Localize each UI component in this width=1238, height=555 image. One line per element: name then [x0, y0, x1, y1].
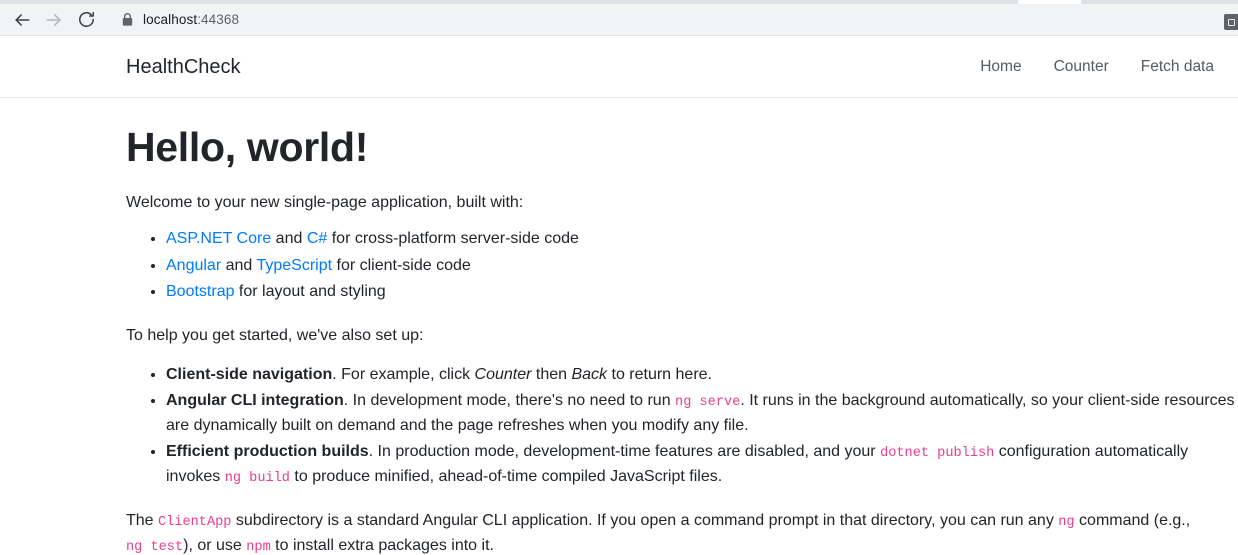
text-run: subdirectory is a standard Angular CLI a… — [231, 512, 1059, 530]
doc-link[interactable]: Angular — [166, 257, 221, 274]
bold-term: Efficient production builds — [166, 442, 369, 460]
built-with-list: ASP.NET Core and C# for cross-platform s… — [126, 227, 1236, 304]
closing-paragraph: The ClientApp subdirectory is a standard… — [126, 509, 1236, 555]
doc-link[interactable]: TypeScript — [256, 257, 332, 274]
inline-code: ng test — [126, 539, 184, 555]
main-content: Hello, world! Welcome to your new single… — [0, 124, 1238, 555]
navbar-links: Home Counter Fetch data — [964, 50, 1238, 84]
text-run: The — [126, 512, 159, 530]
setup-intro-paragraph: To help you get started, we've also set … — [126, 327, 424, 345]
feature-item: Angular CLI integration. In development … — [166, 389, 1236, 438]
text-run: then — [531, 365, 572, 383]
extension-icon[interactable] — [1224, 14, 1238, 30]
text-run: and — [221, 256, 257, 274]
inline-code: ng build — [224, 470, 290, 486]
address-bar-text: localhost:44368 — [143, 8, 239, 32]
built-with-item: ASP.NET Core and C# for cross-platform s… — [166, 227, 1236, 251]
inline-code: npm — [246, 539, 271, 555]
url-host: localhost — [143, 11, 198, 27]
inline-code: dotnet publish — [880, 445, 995, 461]
doc-link[interactable]: ASP.NET Core — [166, 230, 271, 247]
text-run: command (e.g., — [1074, 512, 1191, 530]
nav-link-counter[interactable]: Counter — [1038, 50, 1125, 84]
italic-term: Counter — [474, 365, 532, 383]
browser-chrome: localhost:44368 — [0, 0, 1238, 36]
text-run: for client-side code — [332, 256, 471, 274]
lock-icon — [122, 13, 133, 26]
forward-button[interactable] — [38, 5, 70, 35]
url-port: :44368 — [197, 11, 240, 27]
bold-term: Client-side navigation — [166, 365, 333, 383]
nav-link-fetch-data[interactable]: Fetch data — [1125, 50, 1230, 84]
text-run: for layout and styling — [234, 283, 386, 301]
inline-code: ng serve — [675, 395, 741, 411]
intro-paragraph: Welcome to your new single-page applicat… — [126, 194, 524, 212]
address-bar[interactable]: localhost:44368 — [110, 7, 1200, 32]
text-run: . In development mode, there's no need t… — [343, 392, 676, 410]
bold-term: Angular CLI integration — [166, 392, 344, 410]
site-navbar: HealthCheck Home Counter Fetch data — [0, 36, 1238, 98]
text-run: . For example, click — [332, 365, 475, 383]
extension-icon-glyph — [1227, 18, 1235, 26]
text-run: and — [271, 230, 307, 248]
text-run: to install extra packages into it. — [270, 536, 494, 554]
doc-link[interactable]: Bootstrap — [166, 283, 234, 300]
page-title: Hello, world! — [126, 124, 369, 170]
text-run: for cross-platform server-side code — [327, 230, 579, 248]
browser-toolbar: localhost:44368 — [0, 4, 1238, 35]
built-with-item: Bootstrap for layout and styling — [166, 280, 1236, 304]
back-button[interactable] — [6, 5, 38, 35]
reload-button[interactable] — [70, 5, 102, 35]
feature-item: Client-side navigation. For example, cli… — [166, 363, 1236, 387]
italic-term: Back — [571, 365, 608, 383]
text-run: to return here. — [607, 365, 712, 383]
built-with-item: Angular and TypeScript for client-side c… — [166, 254, 1236, 278]
doc-link[interactable]: C# — [307, 230, 327, 247]
text-run: . In production mode, development-time f… — [368, 442, 881, 460]
feature-item: Efficient production builds. In producti… — [166, 440, 1236, 489]
navbar-brand[interactable]: HealthCheck — [126, 57, 241, 77]
inline-code: ng — [1058, 515, 1075, 531]
features-list: Client-side navigation. For example, cli… — [126, 363, 1236, 490]
nav-link-home[interactable]: Home — [964, 50, 1037, 84]
inline-code: ClientApp — [158, 515, 232, 531]
text-run: ), or use — [183, 536, 247, 554]
text-run: to produce minified, ahead-of-time compi… — [289, 467, 723, 485]
